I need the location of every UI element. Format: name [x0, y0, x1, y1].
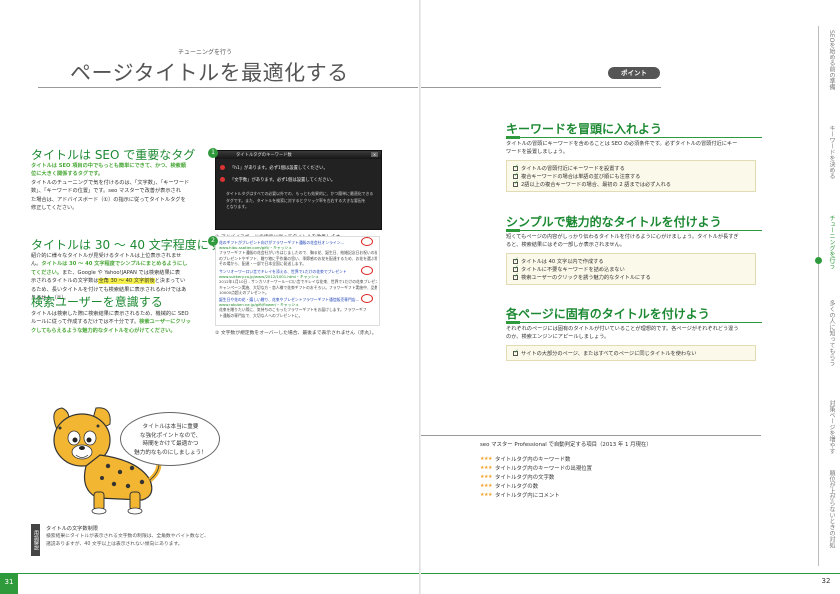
- body-line: 紹介的に様々なタイトルが見受けるタイトルは上位表示されませ: [31, 253, 182, 259]
- score-rule: [421, 435, 761, 436]
- point-badge: ポイント: [608, 67, 660, 79]
- body-line: 位に大きく関係するタグです。: [31, 171, 104, 178]
- side-tab-publicity[interactable]: 多くの人に知ってもらう: [822, 300, 836, 366]
- page-number-right: 32: [821, 577, 831, 585]
- side-tab-prep[interactable]: SEOを始める前の準備: [822, 30, 836, 90]
- score-item: ★★★ タイトルタグの数: [480, 482, 539, 490]
- check-item: 検索ユーザーのクリックを誘う魅力的なタイトルにする: [513, 273, 749, 281]
- checklist-simple: タイトルは 40 文字以内で作成する タイトルに不要なキーワードを詰め込まない …: [506, 253, 756, 285]
- body-line: ん。タイトルは 30 ～ 40 文字程度でシンプルにまとめるようにし: [31, 261, 188, 268]
- close-icon[interactable]: ×: [371, 152, 378, 157]
- check-item: サイトの大部分のページ、またはすべてのページに同じタイトルを使わない: [513, 349, 749, 357]
- search-result: サンリオーワ一口い言でキレイを添える、世界で1だけの花束でプレゼント www.s…: [219, 269, 377, 295]
- checkbox-icon: [513, 164, 519, 171]
- section-heading-seo-tag: タイトルは SEO で重要なタグ: [31, 148, 196, 162]
- star-rating: ★★★: [480, 482, 492, 489]
- score-title: seo マスター Professional で自動判定する項目（2013 年 1…: [480, 442, 652, 448]
- checkbox-icon: [513, 180, 519, 187]
- side-tab-ranking[interactable]: 順位が上がらないときの対処: [822, 470, 836, 548]
- page-spread: チューニングを行う ページタイトルを最適化する ポイント タイトルは SEO で…: [0, 0, 840, 594]
- star-rating: ★★★: [480, 455, 492, 462]
- checklist-keyword: タイトルの冒頭付近にキーワードを設置する 複合キーワードの場合は単語の並び順にも…: [506, 160, 756, 192]
- active-tab-dot: [815, 257, 822, 264]
- checkbox-icon: [513, 265, 519, 272]
- body-line: タイトルは検索した際に検索結果に表示されるため、機械的に SEO: [31, 311, 189, 317]
- checkbox-icon: [513, 172, 519, 179]
- check-item: タイトルは 40 文字以内で作成する: [513, 257, 749, 265]
- advice-board-screenshot: タイトルタグのキーワード数 × 「h1」があります。必ず1個は設置してください。…: [215, 150, 382, 230]
- score-item: ★★★ タイトルタグ内のキーワードの出現位置: [480, 464, 592, 472]
- side-tab-rule: [818, 26, 819, 566]
- heading-underline: [506, 321, 762, 324]
- body-line: 示されるタイトルの文字数は全角 30 ～ 40 文字前後と決まってい: [31, 278, 186, 285]
- search-results-marker: 2: [208, 236, 218, 246]
- right-body-simple: 短くてもページの内容がしっかり伝わるタイトルを付けるように心がけましょう。タイト…: [506, 234, 739, 249]
- score-item: ★★★ タイトルタグ内にコメント: [480, 491, 560, 499]
- title-kicker: チューニングを行う: [178, 49, 233, 56]
- footer-rule-left: [14, 573, 420, 574]
- title-rule-right: [421, 87, 661, 88]
- checklist-unique: サイトの大部分のページ、またはすべてのページに同じタイトルを使わない: [506, 345, 756, 361]
- speech-bubble-text: タイトルは本当に重要 な強化ポイントなので、 時間をかけて最適かつ 魅力的なもの…: [134, 424, 207, 456]
- glossary-label-text: 用語解説: [33, 530, 39, 550]
- truncation-circle: [361, 294, 373, 303]
- section-body-user: タイトルは検索した際に検索結果に表示されるため、機械的に SEO ルールに従って…: [31, 310, 209, 335]
- star-rating: ★★★: [480, 491, 492, 498]
- score-item: ★★★ タイトルタグ内の文字数: [480, 473, 555, 481]
- advice-item: 「文字数」があります。必ず1個は設置してください。: [220, 175, 376, 184]
- heading-underline: [506, 229, 762, 232]
- check-item: 2語以上の複合キーワードの場合、最初の 2 語までは必ず入れる: [513, 180, 749, 188]
- body-line: てください。また、Google や Yahoo!JAPAN では検索結果に表: [31, 269, 181, 276]
- footer-rule-right: [421, 573, 840, 574]
- side-tab-tuning[interactable]: チューニングを行う: [822, 215, 836, 269]
- body-line: タイトルのチューニングで気を付けるのは、「文字数」、「キーワード: [31, 179, 190, 186]
- advice-description: タイトルタグはすべての必要以外での、もっとも効果的に、かつ簡単に最適化できる タ…: [226, 191, 374, 209]
- body-line: た場合は、アドバイスボード（①）の指示に従ってタイトルタグを: [31, 196, 186, 203]
- section-body-seo-tag: タイトルは SEO 項目の中でもっとも簡単にできて、かつ、検索順 位に大きく関係…: [31, 162, 206, 212]
- body-line: 数」、「キーワードの位置」です。seo マスターで改善が表示され: [31, 188, 181, 195]
- body-line: 修正してください。: [31, 205, 78, 212]
- right-heading-simple: シンプルで魅力的なタイトルを付けよう: [506, 215, 722, 229]
- right-heading-keyword: キーワードを冒頭に入れよう: [506, 122, 663, 136]
- glossary-body: 検索結果にタイトルが表示される文字数の制限は、全角数やバイト数など、 諸説ありま…: [46, 534, 209, 547]
- section-heading-length: タイトルは 30 ～ 40 文字程度にする: [31, 238, 233, 252]
- search-result: 誕生日や花の花・嬉しい贈り、花束やプレゼントフラワーギフト通信販売専門店... …: [219, 297, 377, 318]
- section-heading-user: 検索ユーザーを意識する: [31, 295, 163, 309]
- advice-board-title: タイトルタグのキーワード数: [236, 153, 292, 158]
- advice-board-titlebar: タイトルタグのキーワード数 ×: [216, 151, 381, 159]
- search-results-caption: ② 文字数が規定数をオーバーした場合、最後まで表示されません（赤丸）。: [215, 331, 377, 336]
- check-item: タイトルの冒頭付近にキーワードを設置する: [513, 164, 749, 172]
- body-line: クしてもらえるような魅力的なタイトルを心がけてください。: [31, 327, 176, 334]
- star-rating: ★★★: [480, 464, 492, 471]
- right-body-keyword: タイトルの冒頭にキーワードを含めることは SEO の必須条件です。必ずタイトルの…: [506, 141, 738, 156]
- side-tab-pages[interactable]: 対策ページを増やす: [822, 400, 836, 454]
- glossary-title: タイトルの文字数制限: [46, 526, 98, 532]
- title-rule: [38, 87, 418, 88]
- checkbox-icon: [513, 273, 519, 280]
- checkbox-icon: [513, 349, 519, 356]
- page-fold: [419, 0, 421, 594]
- warning-icon: [220, 165, 225, 170]
- right-heading-unique: 各ページに固有のタイトルを付けよう: [506, 307, 710, 321]
- page-number-left: 31: [4, 578, 14, 586]
- right-body-unique: それぞれのページには固有のタイトルが付いていることが理想的です。各ページがそれぞ…: [506, 326, 739, 341]
- body-line: ルールに従って作成するだけでは不十分です。検索ユーザーにクリッ: [31, 319, 191, 326]
- body-line: タイトルは SEO 項目の中でもっとも簡単にできて、かつ、検索順: [31, 163, 186, 169]
- search-result: 花のギフトがプレゼント向けがフラワーギフト通販の花会社オンライン... www.…: [219, 240, 377, 266]
- star-rating: ★★★: [480, 473, 492, 480]
- check-item: 複合キーワードの場合は単語の並び順にも注意する: [513, 172, 749, 180]
- truncation-circle: [361, 237, 373, 246]
- check-item: タイトルに不要なキーワードを詰め込まない: [513, 265, 749, 273]
- side-tab-keyword[interactable]: キーワードを決める: [822, 125, 836, 179]
- heading-underline: [506, 136, 762, 139]
- score-item: ★★★ タイトルタグ内のキーワード数: [480, 455, 571, 463]
- warning-icon: [220, 177, 225, 182]
- score-list: ★★★ タイトルタグ内のキーワード数 ★★★ タイトルタグ内のキーワードの出現位置 …: [480, 454, 592, 499]
- page-title: ページタイトルを最適化する: [70, 61, 349, 85]
- advice-item: 「h1」があります。必ず1個は設置してください。: [220, 163, 376, 172]
- advice-board-marker: 1: [208, 148, 218, 158]
- truncation-circle: [361, 266, 373, 275]
- search-results-screenshot: 花のギフトがプレゼント向けがフラワーギフト通販の花会社オンライン... www.…: [215, 236, 380, 326]
- checkbox-icon: [513, 257, 519, 264]
